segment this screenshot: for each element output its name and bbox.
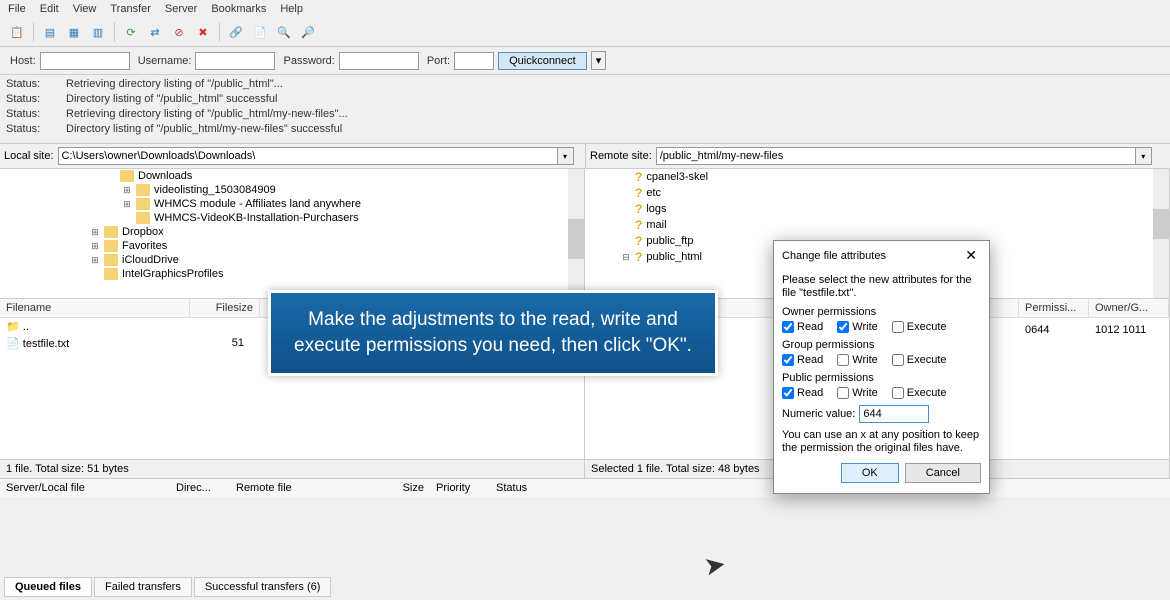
username-label: Username: [138,55,192,67]
close-icon[interactable]: ✕ [961,247,981,264]
selection-status: 1 file. Total size: 51 bytes Selected 1 … [0,459,1170,479]
process-queue-icon[interactable]: ⇄ [144,21,166,43]
tree-item[interactable]: WHMCS-VideoKB-Installation-Purchasers [6,211,584,225]
numeric-value-input[interactable] [859,405,929,423]
host-input[interactable] [40,52,130,70]
dialog-description: Please select the new attributes for the… [782,274,981,300]
tutorial-tooltip: Make the adjustments to the read, write … [268,290,718,376]
group-perm-label: Group permissions [782,339,981,351]
port-input[interactable] [454,52,494,70]
tree-item[interactable]: ?cpanel3-skel [591,169,1169,185]
public-read-checkbox[interactable] [782,387,794,399]
file-attributes-dialog: Change file attributes ✕ Please select t… [773,240,990,494]
col-owner[interactable]: Owner/G... [1089,299,1169,317]
password-input[interactable] [339,52,419,70]
filter-icon[interactable]: 🔍 [273,21,295,43]
numeric-value-label: Numeric value: [782,408,855,420]
local-status: 1 file. Total size: 51 bytes [0,460,585,478]
menu-help[interactable]: Help [280,3,303,15]
public-write-checkbox[interactable] [837,387,849,399]
status-log: Status:Retrieving directory listing of "… [0,75,1170,144]
cancel-icon[interactable]: ⊘ [168,21,190,43]
owner-write-checkbox[interactable] [837,321,849,333]
queue-headers: Server/Local file Direc... Remote file S… [0,479,1170,497]
remote-path-dropdown[interactable]: ▾ [1136,147,1152,165]
tree-item[interactable]: ⊞Favorites [6,239,584,253]
group-write-checkbox[interactable] [837,354,849,366]
group-read-checkbox[interactable] [782,354,794,366]
reconnect-icon[interactable]: 🔗 [225,21,247,43]
remote-site-input[interactable] [656,147,1136,165]
menu-view[interactable]: View [73,3,97,15]
menu-bookmarks[interactable]: Bookmarks [211,3,266,15]
cancel-button[interactable]: Cancel [905,463,981,483]
sites-row: Local site: ▾ Remote site: ▾ [0,144,1170,169]
tree-item[interactable]: ⊞WHMCS module - Affiliates land anywhere [6,197,584,211]
bottom-tabs: Queued files Failed transfers Successful… [0,574,335,600]
remote-site-label: Remote site: [590,150,652,162]
tree-item[interactable]: ?mail [591,217,1169,233]
tree-area: Downloads⊞videolisting_1503084909⊞WHMCS … [0,169,1170,299]
port-label: Port: [427,55,450,67]
tree-item[interactable]: ⊞Dropbox [6,225,584,239]
col-permissions[interactable]: Permissi... [1019,299,1089,317]
local-site-input[interactable] [58,147,558,165]
tab-failed[interactable]: Failed transfers [94,577,192,597]
cursor-icon: ➤ [701,548,728,582]
owner-execute-checkbox[interactable] [892,321,904,333]
password-label: Password: [283,55,334,67]
search-icon[interactable]: 🔎 [297,21,319,43]
refresh-icon[interactable]: ⟳ [120,21,142,43]
col-filesize[interactable]: Filesize [190,299,260,317]
hint-text: You can use an x at any position to keep… [782,429,981,455]
username-input[interactable] [195,52,275,70]
disconnect-icon[interactable]: ✖ [192,21,214,43]
public-perm-label: Public permissions [782,372,981,384]
local-site-label: Local site: [4,150,54,162]
local-tree[interactable]: Downloads⊞videolisting_1503084909⊞WHMCS … [0,169,585,298]
toggle-tree-icon[interactable]: ▦ [63,21,85,43]
connection-bar: Host: Username: Password: Port: Quickcon… [0,47,1170,75]
toggle-log-icon[interactable]: ▤ [39,21,61,43]
menubar: File Edit View Transfer Server Bookmarks… [0,0,1170,18]
tree-item[interactable]: IntelGraphicsProfiles [6,267,584,281]
tree-item[interactable]: ⊞videolisting_1503084909 [6,183,584,197]
tree-item[interactable]: ?etc [591,185,1169,201]
ok-button[interactable]: OK [841,463,899,483]
site-manager-icon[interactable]: 📋 [6,21,28,43]
menu-transfer[interactable]: Transfer [110,3,151,15]
dialog-title: Change file attributes [782,250,886,262]
quickconnect-button[interactable]: Quickconnect [498,52,587,70]
host-label: Host: [10,55,36,67]
menu-file[interactable]: File [8,3,26,15]
local-path-dropdown[interactable]: ▾ [558,147,574,165]
tree-item[interactable]: ⊞iCloudDrive [6,253,584,267]
toggle-queue-icon[interactable]: ▥ [87,21,109,43]
tree-item[interactable]: Downloads [6,169,584,183]
menu-edit[interactable]: Edit [40,3,59,15]
quickconnect-dropdown[interactable]: ▾ [591,51,607,70]
public-execute-checkbox[interactable] [892,387,904,399]
toolbar: 📋 ▤ ▦ ▥ ⟳ ⇄ ⊘ ✖ 🔗 📄 🔍 🔎 [0,18,1170,47]
owner-read-checkbox[interactable] [782,321,794,333]
menu-server[interactable]: Server [165,3,197,15]
group-execute-checkbox[interactable] [892,354,904,366]
tab-successful[interactable]: Successful transfers (6) [194,577,332,597]
compare-icon[interactable]: 📄 [249,21,271,43]
owner-perm-label: Owner permissions [782,306,981,318]
tree-item[interactable]: ?logs [591,201,1169,217]
tab-queued[interactable]: Queued files [4,577,92,597]
col-filename[interactable]: Filename [0,299,190,317]
